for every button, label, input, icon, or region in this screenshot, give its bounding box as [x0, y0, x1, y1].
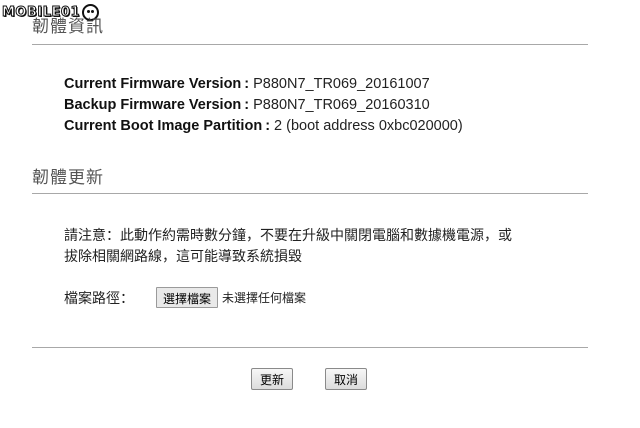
current-firmware-version-value: P880N7_TR069_20161007: [253, 76, 430, 92]
backup-firmware-version-label: Backup Firmware Version: [64, 97, 242, 113]
backup-firmware-version-value: P880N7_TR069_20160310: [253, 97, 430, 113]
cancel-button[interactable]: 取消: [325, 368, 368, 390]
firmware-info-heading: 韌體資訊: [32, 17, 104, 37]
notice-line-1: 請注意：此動作約需時數分鐘，不要在升級中關閉電腦和數據機電源，或: [64, 228, 512, 244]
current-boot-partition-label: Current Boot Image Partition: [64, 118, 263, 134]
notice-line-2: 拔除相關網路線，這可能導致系統損毀: [64, 249, 302, 265]
firmware-update-divider: [32, 193, 588, 194]
current-firmware-version-row: Current Firmware Version: P880N7_TR069_20…: [64, 76, 430, 92]
file-input: 選擇檔案 未選擇任何檔案: [156, 287, 306, 308]
firmware-info-divider: [32, 44, 588, 45]
no-file-selected-text: 未選擇任何檔案: [222, 291, 307, 305]
file-path-label: 檔案路徑：: [64, 291, 134, 307]
actions-divider: [32, 347, 588, 348]
current-boot-partition-value: 2 (boot address 0xbc020000): [274, 118, 463, 134]
update-button[interactable]: 更新: [251, 368, 294, 390]
current-boot-partition-colon: :: [265, 118, 271, 134]
firmware-update-heading: 韌體更新: [32, 168, 104, 188]
current-firmware-version-colon: :: [244, 76, 250, 92]
current-boot-partition-row: Current Boot Image Partition:2 (boot add…: [64, 118, 463, 134]
choose-file-button[interactable]: 選擇檔案: [156, 287, 219, 308]
firmware-update-notice: 請注意：此動作約需時數分鐘，不要在升級中關閉電腦和數據機電源，或 拔除相關網路線…: [64, 226, 594, 268]
backup-firmware-version-colon: :: [244, 97, 250, 113]
backup-firmware-version-row: Backup Firmware Version: P880N7_TR069_201…: [64, 97, 430, 113]
current-firmware-version-label: Current Firmware Version: [64, 76, 242, 92]
